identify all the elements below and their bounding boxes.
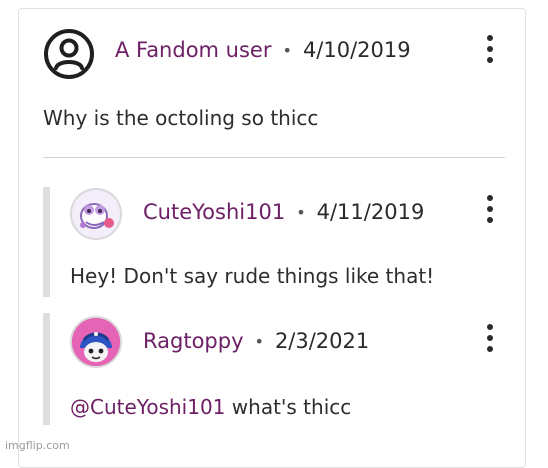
kebab-dot <box>487 35 493 41</box>
separator-dot: • <box>282 40 292 60</box>
reply-header: Ragtoppy • 2/3/2021 <box>143 329 369 353</box>
reply-header: CuteYoshi101 • 4/11/2019 <box>143 200 424 224</box>
kebab-dot <box>487 206 493 212</box>
reply-author-link[interactable]: CuteYoshi101 <box>143 200 285 224</box>
more-vertical-icon[interactable] <box>479 32 501 66</box>
comment-header: A Fandom user • 4/10/2019 <box>115 38 411 62</box>
user-mention-link[interactable]: @CuteYoshi101 <box>70 395 225 419</box>
watermark: imgflip.com <box>5 439 70 452</box>
reply-indent-bar <box>43 313 50 425</box>
separator-dot: • <box>296 202 306 222</box>
reply-date: 4/11/2019 <box>316 200 425 224</box>
kebab-dot <box>487 195 493 201</box>
yoshi-avatar-image <box>72 190 120 238</box>
comment-date: 4/10/2019 <box>302 38 411 62</box>
reply-text: @CuteYoshi101 what's thicc <box>70 395 351 419</box>
reply-text-body: what's thicc <box>225 395 352 419</box>
more-vertical-icon[interactable] <box>479 192 501 226</box>
more-vertical-icon[interactable] <box>479 321 501 355</box>
reply-author-link[interactable]: Ragtoppy <box>143 329 244 353</box>
comment-author-link[interactable]: A Fandom user <box>115 38 272 62</box>
reply-indent-bar <box>43 187 50 297</box>
reply-date: 2/3/2021 <box>274 329 370 353</box>
avatar[interactable] <box>70 316 122 368</box>
reply-text: Hey! Don't say rude things like that! <box>70 264 435 288</box>
kebab-dot <box>487 335 493 341</box>
kebab-dot <box>487 324 493 330</box>
kebab-dot <box>487 46 493 52</box>
separator-dot: • <box>254 331 264 351</box>
comment-text: Why is the octoling so thicc <box>43 106 319 130</box>
kebab-dot <box>487 346 493 352</box>
divider <box>43 157 505 158</box>
ragtoppy-avatar-image <box>72 318 120 366</box>
kebab-dot <box>487 217 493 223</box>
avatar[interactable] <box>70 188 122 240</box>
kebab-dot <box>487 57 493 63</box>
user-circle-icon[interactable] <box>43 28 95 80</box>
